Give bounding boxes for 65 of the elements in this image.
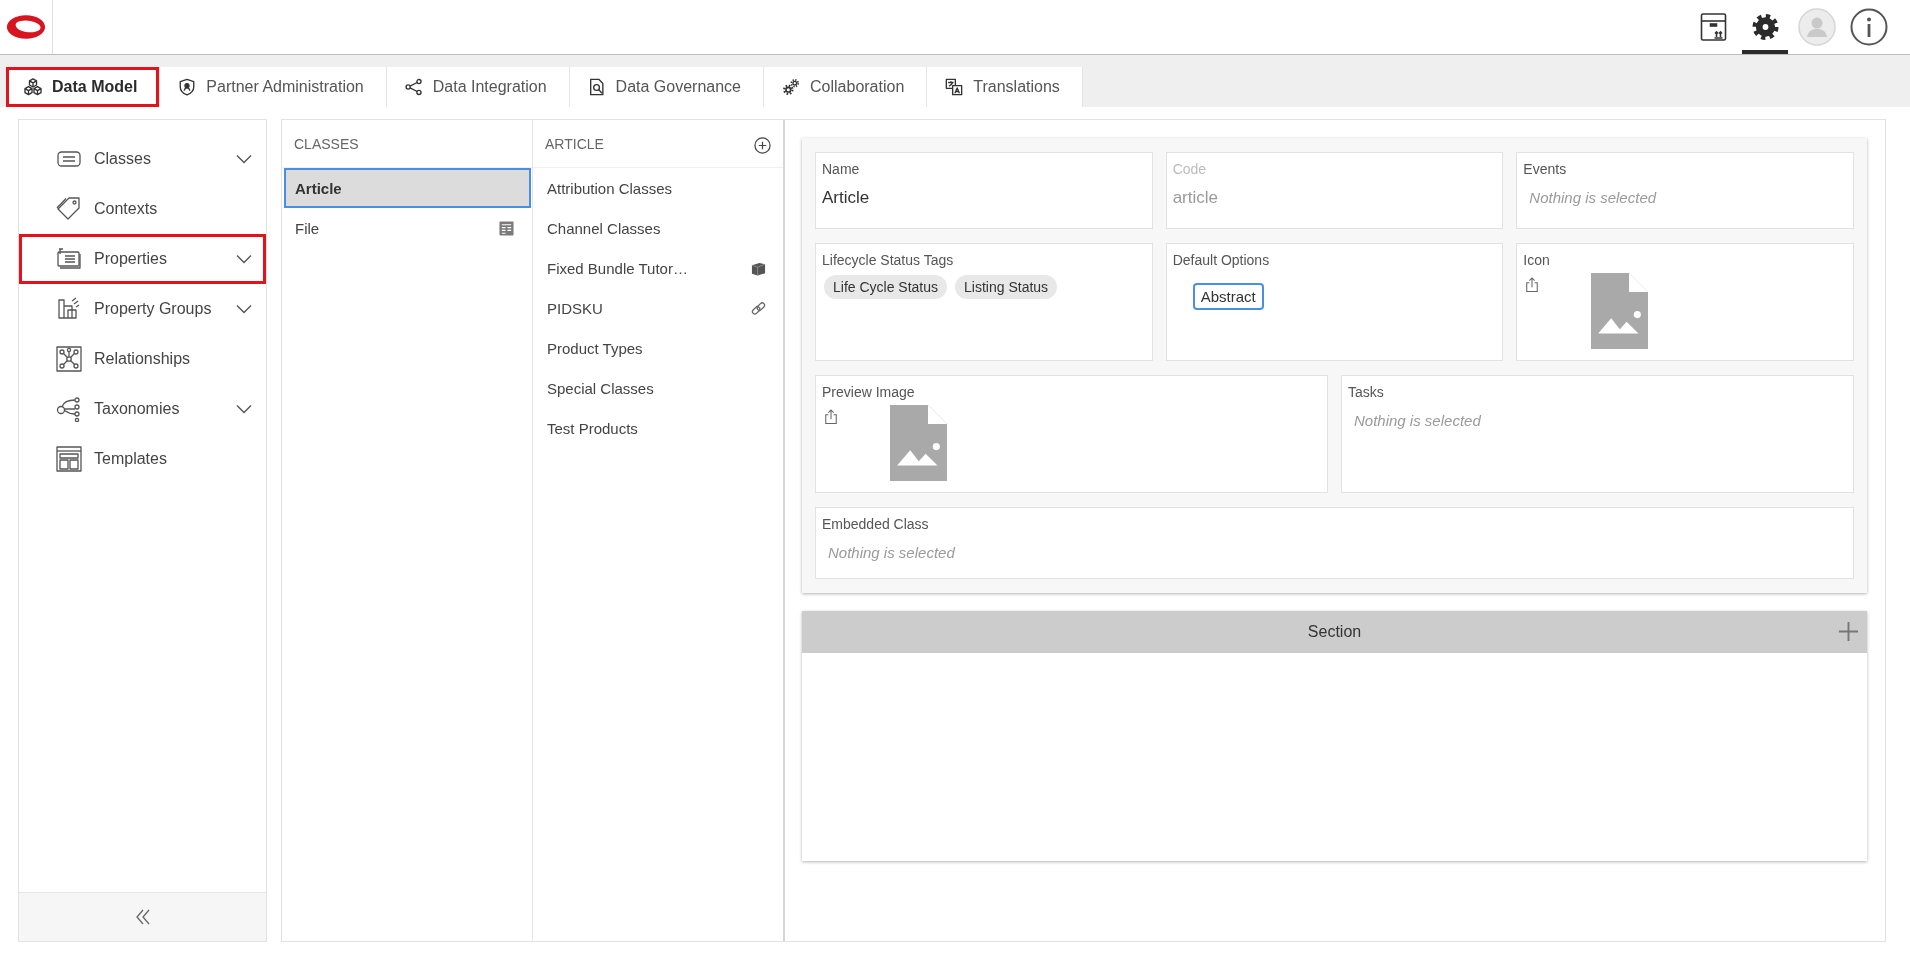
- nav-tab[interactable]: Data Model: [6, 67, 161, 107]
- settings-icon: [1751, 13, 1779, 41]
- field-label: Preview Image: [822, 383, 915, 401]
- shield-icon: [178, 78, 197, 96]
- subclass-list-item[interactable]: Special Classes: [533, 368, 783, 408]
- sidebar-item[interactable]: Classes: [19, 134, 266, 184]
- subclass-list-item[interactable]: Product Types: [533, 328, 783, 368]
- tree-nodes-icon: [56, 396, 82, 422]
- upload-icon[interactable]: [824, 408, 838, 425]
- cubes-icon: [24, 78, 42, 96]
- status-tag: Life Cycle Status: [824, 275, 948, 299]
- sidebar-item[interactable]: Properties: [19, 234, 266, 284]
- upload-icon[interactable]: [1525, 276, 1540, 293]
- sidebar-item[interactable]: Contexts: [19, 184, 266, 234]
- double-chevron-left-icon: [135, 909, 150, 925]
- box-icon: [1699, 13, 1727, 41]
- nav-tab[interactable]: Translations: [927, 67, 1083, 107]
- gears-icon: [782, 78, 800, 96]
- field-label: Icon: [1523, 251, 1550, 269]
- option-toggle[interactable]: Abstract: [1192, 283, 1264, 310]
- column-header: ARTICLE: [545, 135, 604, 152]
- field-label: Code: [1172, 160, 1207, 178]
- column-header: CLASSES: [294, 135, 359, 152]
- layout-icon: [56, 446, 82, 472]
- share-nodes-icon: [404, 78, 423, 96]
- subclass-list-item[interactable]: Attribution Classes: [533, 168, 783, 208]
- form-icon: [499, 220, 514, 236]
- sidebar-item[interactable]: Templates: [19, 434, 266, 484]
- field-label: Lifecycle Status Tags: [822, 251, 954, 269]
- stacked-blocks-icon: [56, 296, 82, 322]
- tag-icon: [56, 196, 82, 222]
- avatar-icon: [1798, 8, 1836, 46]
- nav-tab[interactable]: Data Integration: [386, 67, 570, 107]
- section-title: Section: [1307, 623, 1362, 641]
- nav-tab[interactable]: Collaboration: [764, 67, 928, 107]
- nav-tab[interactable]: Partner Administration: [160, 67, 387, 107]
- subclass-list-item[interactable]: PIDSKU: [533, 288, 783, 328]
- field-value: article: [1172, 187, 1218, 209]
- list-card-icon: [56, 246, 82, 272]
- subclass-list-item[interactable]: Test Products: [533, 408, 783, 448]
- field-label: Name: [822, 160, 860, 178]
- logo[interactable]: [6, 14, 46, 40]
- sidebar-item[interactable]: Taxonomies: [19, 384, 266, 434]
- image-placeholder-icon: [890, 405, 947, 481]
- field-label: Tasks: [1348, 383, 1384, 401]
- text-input[interactable]: Article: [822, 187, 870, 209]
- translate-icon: [945, 78, 964, 96]
- link-icon: [751, 300, 766, 316]
- class-list-item[interactable]: File: [284, 208, 531, 248]
- sidebar-item[interactable]: Relationships: [19, 334, 266, 384]
- document-search-icon: [587, 78, 606, 96]
- field-label: Embedded Class: [822, 515, 929, 533]
- nav-tab[interactable]: Data Governance: [569, 67, 764, 107]
- add-icon[interactable]: [754, 137, 771, 154]
- class-list-item[interactable]: Article: [284, 168, 531, 208]
- field-label: Events: [1523, 160, 1567, 178]
- box-icon: [751, 260, 766, 276]
- status-tag: Listing Status: [955, 275, 1058, 299]
- subclass-list-item[interactable]: Channel Classes: [533, 208, 783, 248]
- info-icon: [1850, 8, 1888, 46]
- network-icon: [56, 346, 82, 372]
- field-label: Default Options: [1172, 251, 1270, 269]
- subclass-list-item[interactable]: Fixed Bundle Tutor…: [533, 248, 783, 288]
- sidebar-item[interactable]: Property Groups: [19, 284, 266, 334]
- image-placeholder-icon: [1591, 273, 1649, 349]
